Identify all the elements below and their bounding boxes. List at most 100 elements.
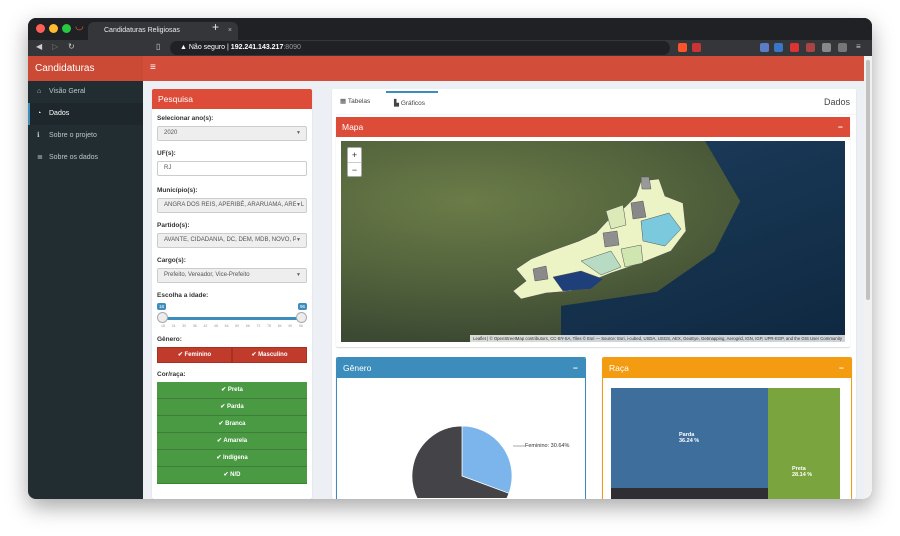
slider-tick-label: 84 [277, 324, 282, 328]
reload-icon[interactable]: ↻ [68, 42, 75, 51]
search-panel: Pesquisa Selecionar ano(s): 2020 ▼ UF(s):… [152, 89, 312, 499]
close-window-button[interactable] [36, 24, 45, 33]
zoom-in-button[interactable]: + [348, 148, 361, 162]
extension-icon[interactable] [760, 43, 769, 52]
slider-tick-label: 60 [235, 324, 240, 328]
slider-track [161, 317, 303, 320]
slider-tick-label: 42 [203, 324, 208, 328]
extension-icon[interactable] [790, 43, 799, 52]
app-page: Candidaturas Religiosas ≡ ⌂ Visão Geral ◔… [28, 56, 864, 499]
municipality-region[interactable] [640, 176, 652, 190]
tab-graficos[interactable]: ▙ Gráficos [386, 91, 438, 109]
brave-shield-icon[interactable] [678, 43, 687, 52]
sidebar-item-label: Visão Geral [49, 88, 86, 95]
collapse-icon[interactable]: − [838, 117, 843, 137]
extension-icon[interactable] [806, 43, 815, 52]
sidebar-item-sobre-dados[interactable]: ≣ Sobre os dados [28, 147, 143, 169]
gender-option-label: Masculino [258, 352, 288, 358]
race-option-label: Branca [225, 421, 246, 427]
race-amarela-button[interactable]: ✔ Amarela [157, 433, 307, 450]
check-icon: ✔ [251, 352, 257, 358]
puzzle-icon[interactable] [822, 43, 831, 52]
age-min-handle[interactable] [157, 312, 168, 323]
page-title: Dados [823, 97, 850, 107]
race-branca-button[interactable]: ✔ Branca [157, 416, 307, 433]
info-icon: ℹ [37, 132, 40, 139]
bookmark-icon[interactable]: ▯ [156, 42, 160, 51]
sidebar-item-sobre-projeto[interactable]: ℹ Sobre o projeto [28, 125, 143, 147]
collapse-icon[interactable]: − [573, 358, 578, 378]
municipality-region[interactable] [532, 265, 549, 282]
check-icon: ✔ [223, 472, 229, 478]
municipio-value: ANGRA DOS REIS, APERIBÉ, ARARUAMA, AREAL [164, 202, 305, 208]
new-tab-button[interactable]: + [212, 20, 219, 34]
caret-down-icon: ▼ [296, 234, 301, 247]
treemap-cell-preta[interactable]: Preta 28.14 % [768, 388, 840, 499]
gender-box: Gênero − Feminino: 30.64% [336, 357, 586, 499]
address-bar: ◀ ▷ ↻ ▯ ▲ Não seguro | 192.241.143.217:8… [28, 40, 872, 56]
maximize-window-button[interactable] [62, 24, 71, 33]
race-option-label: Amarela [223, 438, 248, 444]
race-option-label: Parda [227, 404, 244, 410]
translate-icon[interactable] [774, 43, 783, 52]
municipality-region[interactable] [620, 244, 644, 268]
tab-label: Gráficos [400, 100, 426, 107]
check-icon: ✔ [216, 438, 222, 444]
minimize-window-button[interactable] [49, 24, 58, 33]
municipality-region[interactable] [630, 200, 647, 220]
tab-title: Candidaturas Religiosas [104, 27, 180, 34]
race-label: Cor/raça: [157, 371, 186, 378]
rewards-icon[interactable] [692, 43, 701, 52]
hamburger-icon[interactable]: ≡ [150, 62, 156, 73]
scrollbar[interactable] [864, 56, 872, 499]
map[interactable]: + − Leaflet | © OpenStreetMap contributor… [341, 141, 845, 342]
scrollbar-thumb[interactable] [866, 60, 870, 300]
map-box: Mapa − + − Leaflet | © OpenStreetMap contr… [336, 117, 850, 347]
slider-tick-label: 96 [298, 324, 303, 328]
browser-window: ◡ Candidaturas Religiosas × + ◀ ▷ ↻ ▯ ▲ N… [28, 18, 872, 499]
slider-tick-label: 30 [182, 324, 187, 328]
race-indigena-button[interactable]: ✔ Indígena [157, 450, 307, 467]
uf-input[interactable]: RJ [157, 161, 307, 176]
race-parda-button[interactable]: ✔ Parda [157, 399, 307, 416]
main-panel: ▦ Tabelas ▙ Gráficos Dados Mapa − + − Leaf… [332, 89, 856, 499]
url-field[interactable]: ▲ Não seguro | 192.241.143.217:8090 [170, 41, 670, 55]
tab-close-icon[interactable]: × [228, 22, 232, 40]
menu-icon[interactable]: ≡ [856, 42, 861, 51]
cargo-select[interactable]: Prefeito, Vereador, Vice-Prefeito ▼ [157, 268, 307, 283]
gender-option-label: Feminino [184, 352, 212, 358]
gender-label: Gênero: [157, 336, 182, 343]
app-title[interactable]: Candidaturas Religiosas [28, 56, 143, 99]
treemap-cell-parda[interactable]: Parda 36.24 % [611, 388, 768, 488]
age-max-handle[interactable] [296, 312, 307, 323]
age-slider[interactable]: 18 96 18 24 30 36 42 48 54 60 66 72 78 84 90 96 [157, 303, 307, 329]
check-icon: ✔ [220, 404, 226, 410]
back-icon[interactable]: ◀ [36, 42, 42, 51]
race-option-label: Indígena [223, 455, 248, 461]
sidebar-item-dados[interactable]: ◔ Dados [28, 103, 143, 125]
slider-tick-label: 54 [224, 324, 229, 328]
sidebar-toggle-icon[interactable] [838, 43, 847, 52]
race-nd-button[interactable]: ✔ N/D [157, 467, 307, 484]
slider-tick-label: 36 [192, 324, 197, 328]
sidebar-item-label: Sobre os dados [49, 154, 99, 161]
forward-icon[interactable]: ▷ [52, 42, 58, 51]
tab-tabelas[interactable]: ▦ Tabelas [340, 97, 370, 115]
municipality-region[interactable] [602, 230, 620, 248]
slider-tick-label: 18 [161, 324, 165, 328]
slider-ticks: 18 24 30 36 42 48 54 60 66 72 78 84 90 96 [161, 324, 303, 330]
race-preta-button[interactable]: ✔ Preta [157, 382, 307, 399]
municipio-select[interactable]: ANGRA DOS REIS, APERIBÉ, ARARUAMA, AREAL… [157, 198, 307, 213]
gender-feminino-button[interactable]: ✔ Feminino [157, 347, 232, 363]
zoom-out-button[interactable]: − [348, 162, 361, 177]
year-select[interactable]: 2020 ▼ [157, 126, 307, 141]
collapse-icon[interactable]: − [839, 358, 844, 378]
sidebar-item-visao-geral[interactable]: ⌂ Visão Geral [28, 81, 143, 103]
caret-down-icon: ▼ [296, 199, 301, 212]
uf-value: RJ [164, 165, 172, 171]
partido-select[interactable]: AVANTE, CIDADANIA, DC, DEM, MDB, NOVO, P… [157, 233, 307, 248]
gender-masculino-button[interactable]: ✔ Masculino [232, 347, 307, 363]
race-buttons: ✔ Preta ✔ Parda ✔ Branca ✔ Amarela ✔ Ind… [157, 382, 307, 484]
treemap-cell-other[interactable] [611, 488, 768, 499]
map-box-header: Mapa − [336, 117, 850, 137]
